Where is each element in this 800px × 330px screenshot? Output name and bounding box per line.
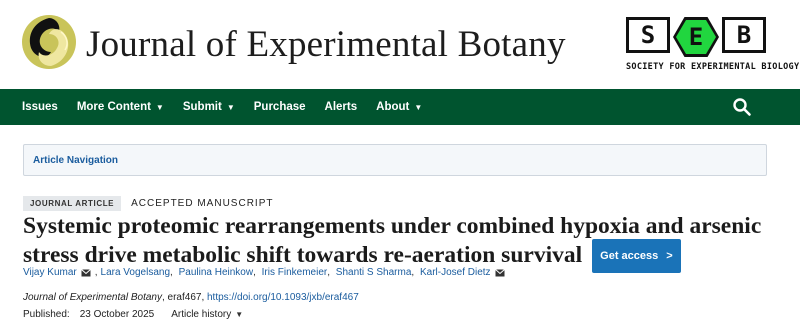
nav-submit-label: Submit [182,101,222,113]
article-labels: JOURNAL ARTICLE ACCEPTED MANUSCRIPT [23,196,273,211]
seb-letter-e: E [676,20,716,54]
published-date: 23 October 2025 [79,309,155,320]
journal-logo-link[interactable] [21,14,77,70]
nav-alerts-label: Alerts [324,101,358,113]
author-separator: , [170,267,176,278]
published-label: Published: [23,309,70,320]
author-link[interactable]: Iris Finkemeier [262,267,328,278]
seb-letter-s: S [626,17,670,53]
author-link[interactable]: Vijay Kumar [23,267,77,278]
publication-row: Published: 23 October 2025 Article histo… [23,309,243,320]
article-history-toggle[interactable]: Article history ▼ [171,309,243,320]
citation-article-id: , eraf467, [161,292,207,303]
main-nav: Issues More Content ▼ Submit ▼ Purchase … [0,89,800,125]
chevron-right-icon: > [666,250,673,262]
author-link[interactable]: Paulina Heinkow [179,267,254,278]
article-type-badge: JOURNAL ARTICLE [23,196,122,211]
author-separator: , [411,267,417,278]
nav-more-content-label: More Content [76,101,151,113]
article-title-block: Systemic proteomic rearrangements under … [23,213,763,273]
author-list: Vijay Kumar , Lara Vogelsang , Paulina H… [23,267,509,278]
caret-down-icon: ▼ [226,102,235,112]
citation-journal: Journal of Experimental Botany [23,292,162,303]
nav-submit[interactable]: Submit ▼ [183,101,235,113]
nav-about[interactable]: About ▼ [376,101,422,113]
email-icon[interactable] [494,268,505,277]
caret-down-icon: ▼ [235,310,244,319]
seb-logo[interactable]: S E B SOCIETY FOR EXPERIMENTAL BIOLOGY [626,17,800,72]
leaf-swirl-logo [22,15,76,69]
caret-down-icon: ▼ [155,102,164,112]
caret-down-icon: ▼ [414,102,423,112]
article-navigation-label: Article Navigation [33,154,119,166]
nav-alerts[interactable]: Alerts [325,101,358,113]
nav-purchase[interactable]: Purchase [254,101,306,113]
get-access-button[interactable]: Get access > [592,239,681,273]
citation-line: Journal of Experimental Botany, eraf467,… [23,292,359,303]
seb-letter-e-hex: E [673,17,719,57]
nav-purchase-label: Purchase [253,101,306,113]
doi-link[interactable]: https://doi.org/10.1093/jxb/eraf467 [207,292,359,303]
article-navigation[interactable]: Article Navigation [23,144,767,176]
seb-caption: SOCIETY FOR EXPERIMENTAL BIOLOGY [626,62,800,72]
nav-issues-label: Issues [22,101,58,113]
email-icon[interactable] [80,268,91,277]
author-separator: , [94,267,98,278]
author-link[interactable]: Karl-Josef Dietz [420,267,491,278]
nav-more-content[interactable]: More Content ▼ [77,101,164,113]
author-separator: , [327,267,333,278]
article-history-label: Article history [171,309,232,320]
nav-about-label: About [376,101,410,113]
author-separator: , [253,267,259,278]
author-link[interactable]: Lara Vogelsang [101,267,171,278]
site-header: Journal of Experimental Botany S E B SOC… [0,0,800,89]
journal-title[interactable]: Journal of Experimental Botany [86,23,566,66]
seb-letter-b: B [722,17,766,53]
search-icon[interactable] [732,97,752,117]
nav-issues[interactable]: Issues [22,101,58,113]
manuscript-status: ACCEPTED MANUSCRIPT [131,198,274,209]
get-access-label: Get access [600,250,659,262]
author-link[interactable]: Shanti S Sharma [336,267,412,278]
